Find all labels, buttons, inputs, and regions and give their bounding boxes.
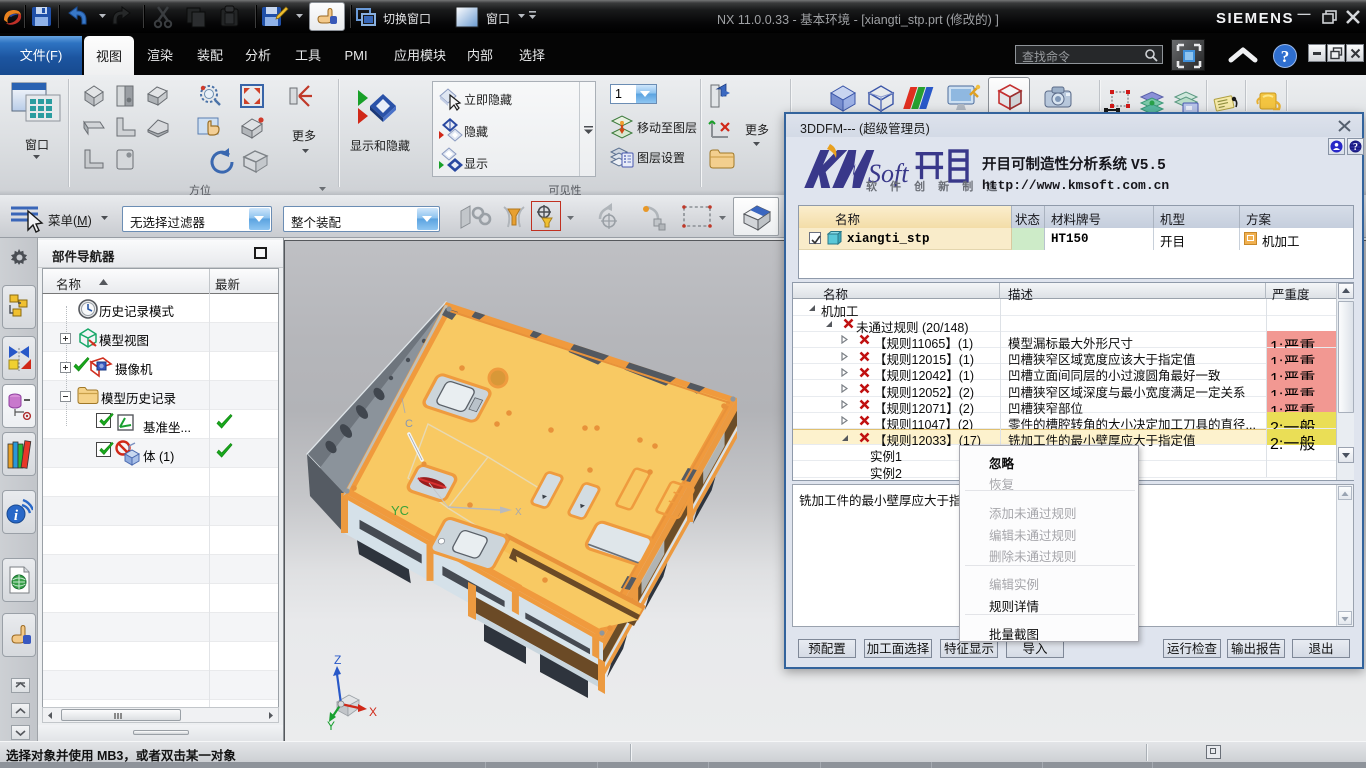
svg-text:YC: YC bbox=[391, 503, 409, 518]
svg-text:C: C bbox=[405, 418, 413, 430]
svg-text:?: ? bbox=[1353, 142, 1358, 153]
svg-text:Y: Y bbox=[327, 719, 335, 733]
svg-text:Z: Z bbox=[334, 653, 341, 667]
svg-text:?: ? bbox=[1281, 47, 1290, 66]
svg-text:X: X bbox=[369, 705, 377, 719]
svg-text:X: X bbox=[515, 507, 522, 518]
